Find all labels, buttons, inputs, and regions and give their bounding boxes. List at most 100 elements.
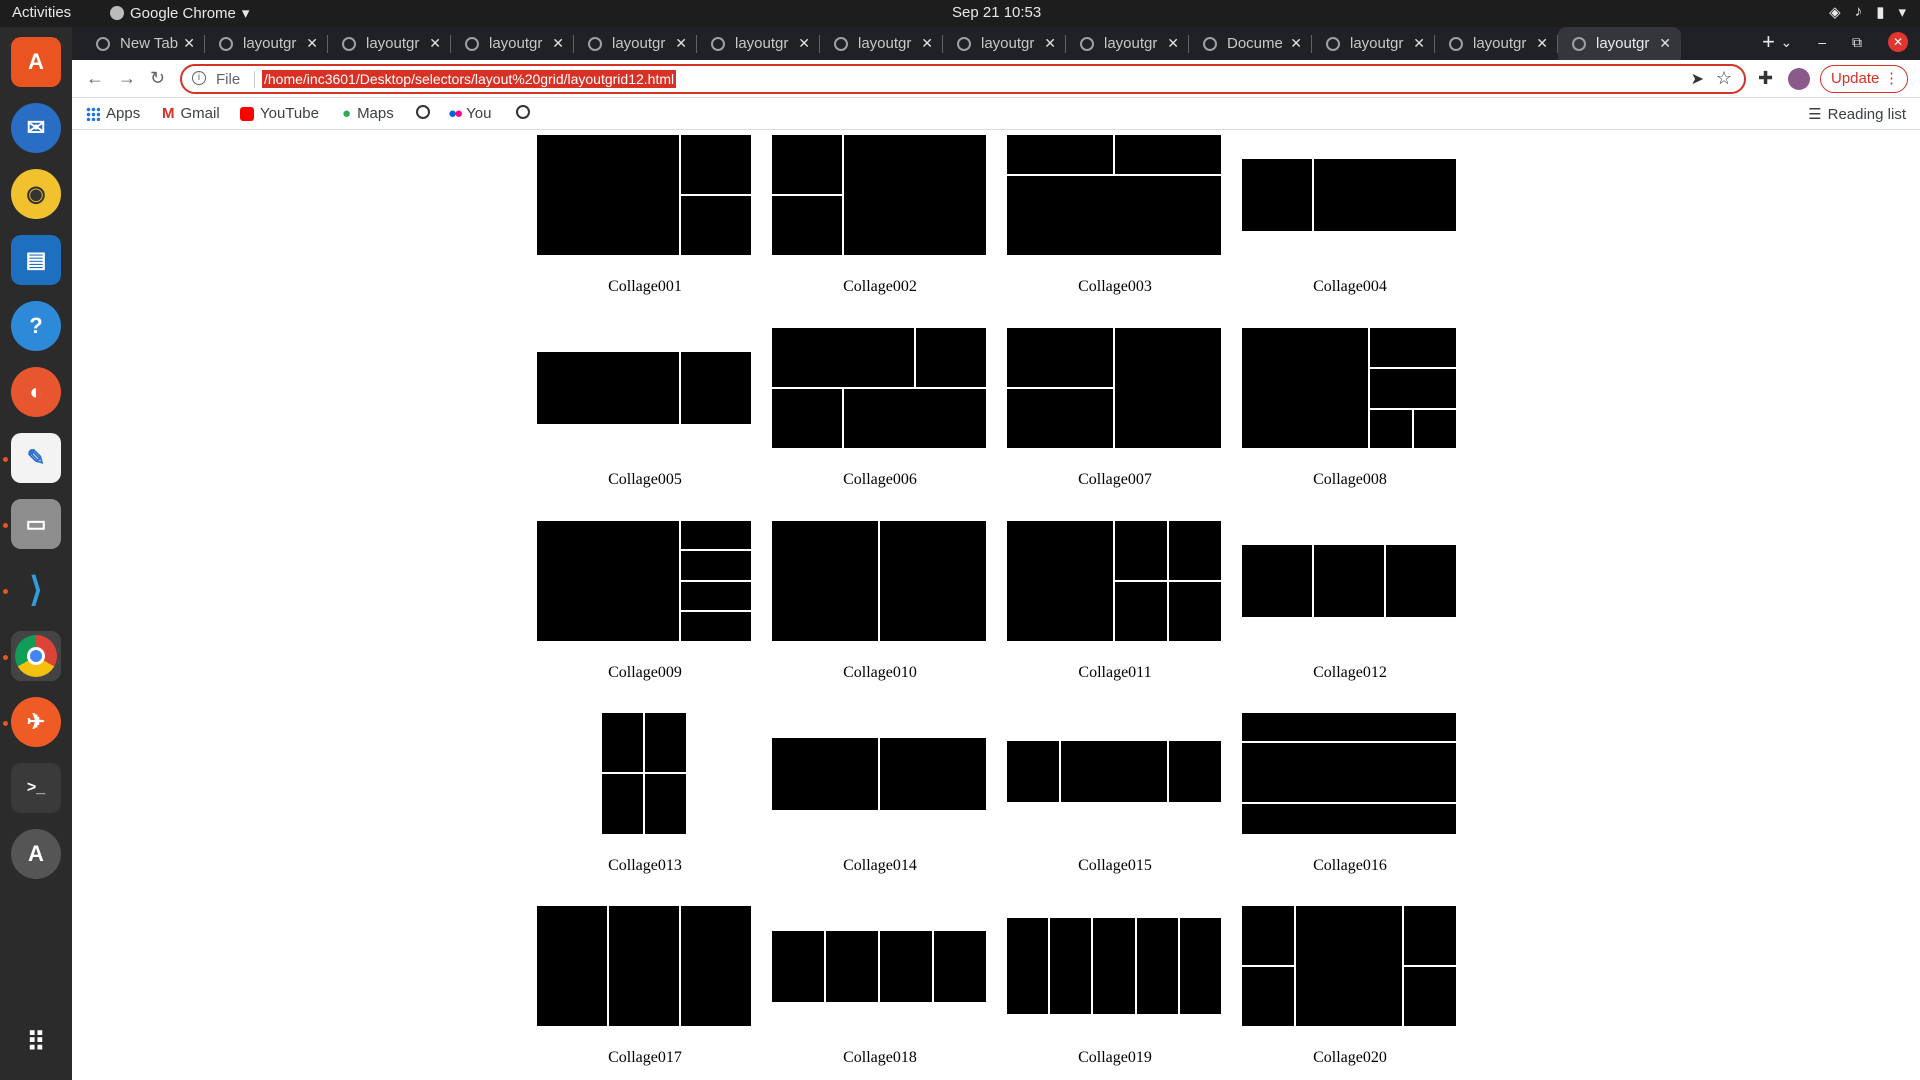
window-close-icon[interactable]: ✕ bbox=[1888, 32, 1908, 52]
collage-label: Collage012 bbox=[1313, 664, 1387, 681]
browser-tab[interactable]: layoutgr ✕ bbox=[820, 27, 943, 60]
collage-cell bbox=[1242, 545, 1312, 617]
collage-cell bbox=[1115, 328, 1221, 448]
help-icon[interactable]: ? bbox=[11, 301, 61, 351]
restore-icon[interactable]: ⧉ bbox=[1852, 34, 1862, 51]
close-tab-icon[interactable]: ✕ bbox=[921, 35, 933, 52]
browser-tab[interactable]: layoutgr ✕ bbox=[1435, 27, 1558, 60]
browser-tab-active[interactable]: layoutgr ✕ bbox=[1558, 27, 1681, 60]
globe-icon bbox=[465, 36, 479, 51]
text-editor-icon[interactable]: ✎ bbox=[11, 433, 61, 483]
firefox-icon[interactable]: ◐ bbox=[11, 367, 61, 417]
collage-cell bbox=[1169, 582, 1221, 641]
app-menu[interactable]: Google Chrome ▾ bbox=[110, 4, 249, 22]
send-to-devices-icon[interactable]: ➤ bbox=[1691, 69, 1704, 89]
system-top-bar: Activities Google Chrome ▾ Sep 21 10:53 … bbox=[0, 0, 1920, 27]
collage-cell bbox=[537, 135, 679, 255]
collage-cell bbox=[880, 738, 986, 810]
browser-tab[interactable]: New Tab ✕ bbox=[82, 27, 205, 60]
maps-icon: ● bbox=[342, 105, 352, 122]
extensions-puzzle-icon[interactable]: ✚ bbox=[1758, 68, 1773, 89]
software-updater-icon[interactable]: A bbox=[11, 829, 61, 879]
close-tab-icon[interactable]: ✕ bbox=[1044, 35, 1056, 52]
profile-avatar[interactable] bbox=[1788, 68, 1810, 90]
close-tab-icon[interactable]: ✕ bbox=[1167, 35, 1179, 52]
close-tab-icon[interactable]: ✕ bbox=[183, 35, 195, 52]
close-tab-icon[interactable]: ✕ bbox=[306, 35, 318, 52]
system-tray[interactable]: ◈ ♪ ▮ ▾ bbox=[1829, 3, 1906, 21]
back-arrow-icon[interactable]: ← bbox=[86, 68, 104, 89]
browser-tab[interactable]: layoutgr ✕ bbox=[328, 27, 451, 60]
browser-tab[interactable]: layoutgr ✕ bbox=[451, 27, 574, 60]
chrome-icon[interactable] bbox=[11, 631, 61, 681]
collage-cell bbox=[1242, 328, 1368, 448]
collage-cell bbox=[1242, 159, 1312, 231]
collage-cell bbox=[645, 713, 686, 772]
browser-tab[interactable]: layoutgr ✕ bbox=[1312, 27, 1435, 60]
menu-caret-icon: ▾ bbox=[1898, 4, 1906, 21]
globe-icon bbox=[834, 36, 848, 51]
ubuntu-software-icon[interactable]: A bbox=[11, 37, 61, 87]
close-tab-icon[interactable]: ✕ bbox=[552, 35, 564, 52]
collage-cell bbox=[681, 135, 751, 194]
browser-tab[interactable]: layoutgr ✕ bbox=[697, 27, 820, 60]
site-info-icon[interactable]: i bbox=[192, 71, 206, 85]
browser-tab[interactable]: layoutgr ✕ bbox=[943, 27, 1066, 60]
more-menu-icon[interactable]: ⋮ bbox=[1884, 66, 1899, 92]
bookmark-apps[interactable]: Apps bbox=[86, 105, 140, 122]
thunderbird-icon[interactable]: ✉ bbox=[11, 103, 61, 153]
collage-cell bbox=[1370, 369, 1456, 408]
vscode-icon[interactable]: ⟩ bbox=[11, 565, 61, 615]
browser-tab[interactable]: layoutgr ✕ bbox=[205, 27, 328, 60]
browser-tab[interactable]: layoutgr ✕ bbox=[574, 27, 697, 60]
close-tab-icon[interactable]: ✕ bbox=[1413, 35, 1425, 52]
browser-tab[interactable]: layoutgr ✕ bbox=[1066, 27, 1189, 60]
close-tab-icon[interactable]: ✕ bbox=[675, 35, 687, 52]
bookmark-gmail[interactable]: M Gmail bbox=[162, 105, 220, 122]
collage-cell bbox=[826, 931, 878, 1002]
new-tab-button[interactable]: + bbox=[1762, 29, 1775, 55]
url-text[interactable]: /home/inc3601/Desktop/selectors/layout%2… bbox=[262, 70, 677, 88]
collage-label: Collage016 bbox=[1313, 857, 1387, 874]
bookmark-star-icon[interactable]: ☆ bbox=[1716, 68, 1732, 89]
window-controls: ⌄ – ⧉ ✕ bbox=[1780, 32, 1908, 52]
bookmark-maps[interactable]: ● Maps bbox=[342, 105, 394, 122]
close-tab-icon[interactable]: ✕ bbox=[1536, 35, 1548, 52]
writer-icon[interactable]: ▤ bbox=[11, 235, 61, 285]
postman-icon[interactable]: ✈ bbox=[11, 697, 61, 747]
close-tab-icon[interactable]: ✕ bbox=[1659, 35, 1671, 52]
running-indicator bbox=[3, 523, 8, 528]
close-tab-icon[interactable]: ✕ bbox=[1290, 35, 1302, 52]
collage-cell bbox=[609, 906, 679, 1026]
terminal-icon[interactable]: >_ bbox=[11, 763, 61, 813]
bookmark-you[interactable]: ●● You bbox=[448, 105, 491, 122]
close-tab-icon[interactable]: ✕ bbox=[429, 35, 441, 52]
clock[interactable]: Sep 21 10:53 bbox=[952, 4, 1041, 21]
address-bar[interactable]: i File /home/inc3601/Desktop/selectors/l… bbox=[180, 64, 1746, 94]
rhythmbox-icon[interactable]: ◉ bbox=[11, 169, 61, 219]
minimize-icon[interactable]: – bbox=[1818, 34, 1826, 50]
reload-icon[interactable]: ↻ bbox=[150, 68, 165, 89]
collage-cell bbox=[880, 931, 932, 1002]
bookmark-youtube[interactable]: YouTube bbox=[240, 105, 319, 122]
collage-cell bbox=[844, 135, 986, 255]
collage-label: Collage020 bbox=[1313, 1049, 1387, 1066]
bookmark-globe[interactable] bbox=[516, 105, 530, 119]
collage-label: Collage003 bbox=[1078, 278, 1152, 295]
collage-cell bbox=[844, 389, 986, 448]
update-button[interactable]: Update ⋮ bbox=[1820, 65, 1908, 93]
close-tab-icon[interactable]: ✕ bbox=[798, 35, 810, 52]
collage-cell bbox=[1115, 135, 1221, 174]
forward-arrow-icon[interactable]: → bbox=[118, 68, 136, 89]
collage-cell bbox=[681, 196, 751, 255]
tab-search-icon[interactable]: ⌄ bbox=[1780, 34, 1792, 51]
show-apps-icon[interactable]: ⠿ bbox=[11, 1017, 61, 1067]
browser-tab[interactable]: Docume ✕ bbox=[1189, 27, 1312, 60]
collage-label: Collage019 bbox=[1078, 1049, 1152, 1066]
collage-cell bbox=[772, 196, 842, 255]
files-icon[interactable]: ▭ bbox=[11, 499, 61, 549]
reading-list[interactable]: ☰ Reading list bbox=[1808, 105, 1906, 124]
bookmark-globe[interactable] bbox=[416, 105, 430, 119]
collage-label: Collage001 bbox=[608, 278, 682, 295]
activities-button[interactable]: Activities bbox=[12, 4, 71, 21]
